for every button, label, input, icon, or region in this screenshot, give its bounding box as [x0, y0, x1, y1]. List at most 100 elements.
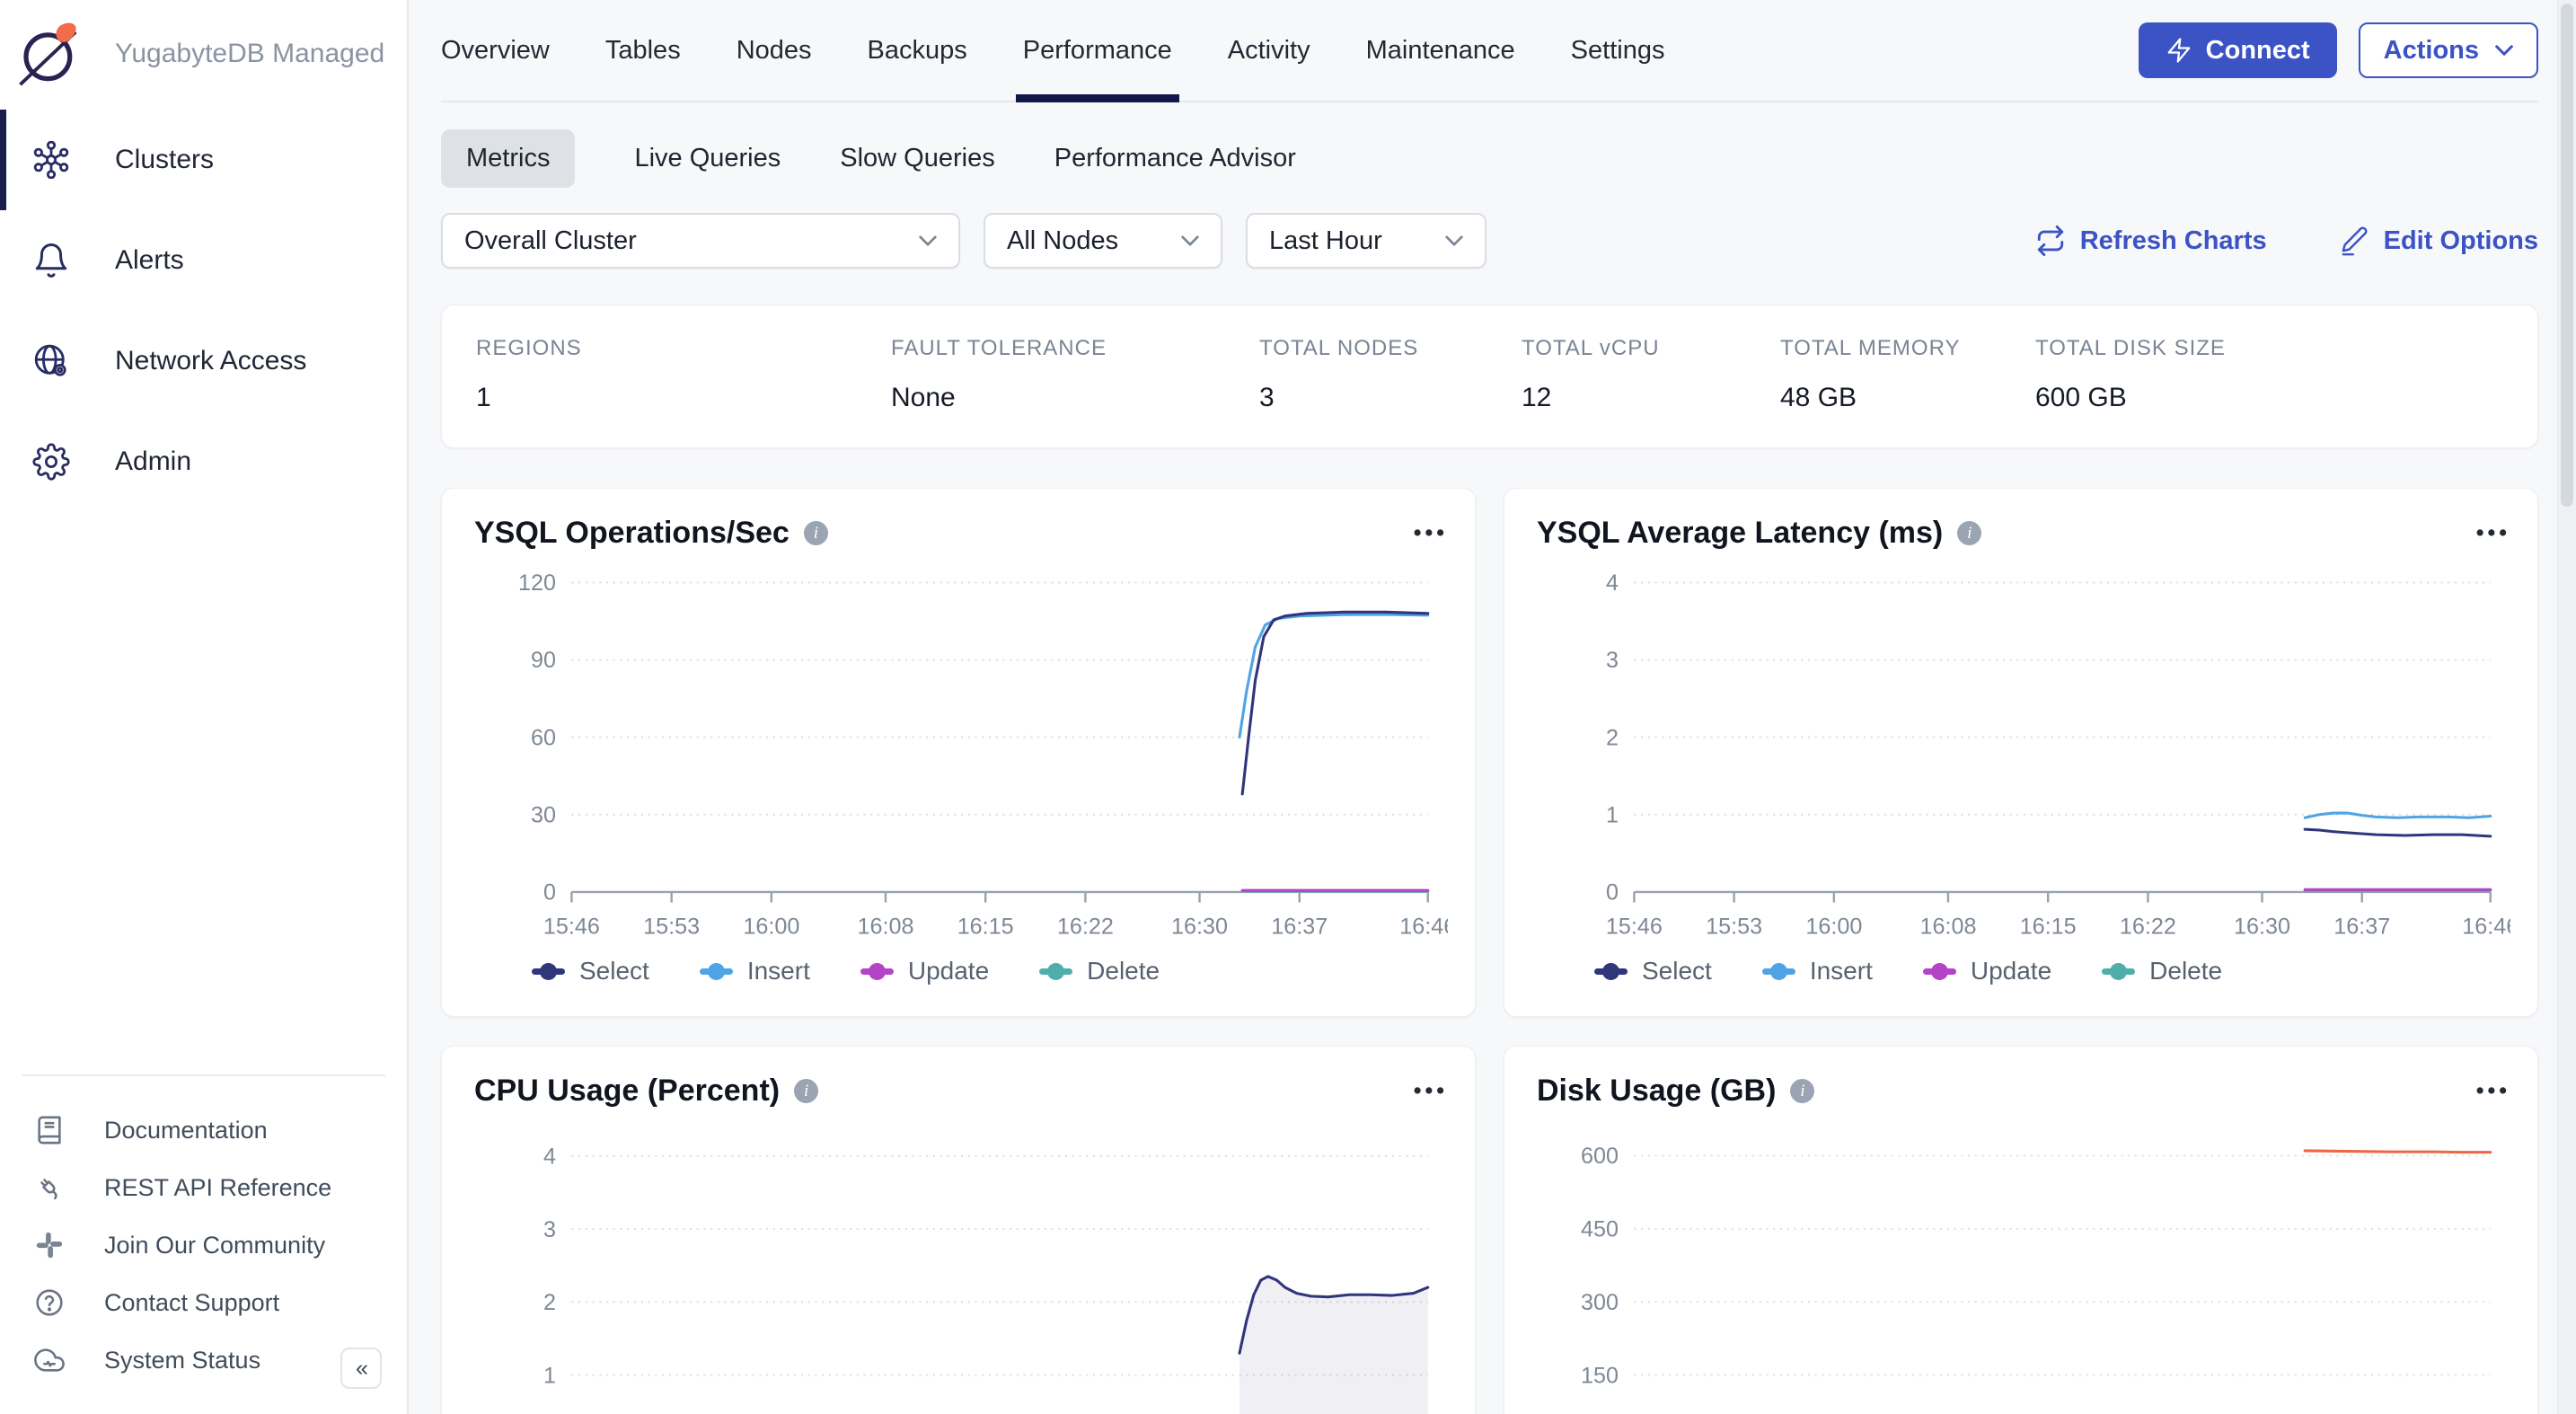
svg-text:4: 4 [1606, 570, 1619, 596]
tab-settings[interactable]: Settings [1571, 0, 1665, 101]
chart-card-cpu-usage: CPU Usage (Percent) i ••• 0123415:4615:5… [441, 1046, 1476, 1414]
legend-marker-icon [700, 968, 733, 975]
legend-marker-icon [1039, 968, 1072, 975]
sidebar-collapse-button[interactable]: « [340, 1348, 382, 1389]
refresh-charts-link[interactable]: Refresh Charts [2035, 225, 2267, 256]
info-icon[interactable]: i [804, 521, 828, 545]
tab-tables[interactable]: Tables [605, 0, 681, 101]
cloud-status-icon [34, 1345, 65, 1375]
sidebar-item-network-access[interactable]: Network Access [0, 311, 407, 411]
cluster-select[interactable]: Overall Cluster [441, 213, 960, 269]
svg-text:150: 150 [1581, 1363, 1619, 1388]
svg-text:600: 600 [1581, 1144, 1619, 1169]
sidebar-item-label: Network Access [115, 346, 306, 376]
scrollbar[interactable] [2557, 0, 2576, 1414]
info-icon[interactable]: i [794, 1079, 818, 1103]
legend-label: Delete [1087, 957, 1160, 985]
subtab-live-queries[interactable]: Live Queries [634, 129, 781, 188]
stat-fault-tolerance: FAULT TOLERANCE None [891, 336, 1259, 413]
legend-label: Select [579, 957, 649, 985]
chart-menu-button[interactable]: ••• [2476, 520, 2510, 546]
chevron-down-icon [1445, 235, 1463, 246]
sidebar-item-contact-support[interactable]: Contact Support [0, 1274, 407, 1331]
stat-label: TOTAL vCPU [1522, 336, 1780, 361]
svg-text:16:00: 16:00 [1805, 914, 1862, 939]
sidebar-divider [22, 1074, 385, 1076]
svg-text:0: 0 [543, 880, 556, 906]
edit-options-link[interactable]: Edit Options [2339, 225, 2538, 256]
stat-value: 1 [476, 383, 891, 413]
actions-button[interactable]: Actions [2359, 22, 2538, 78]
legend-marker-icon [532, 968, 565, 975]
tab-nodes[interactable]: Nodes [737, 0, 812, 101]
bell-icon [32, 242, 70, 279]
legend-item-delete[interactable]: Delete [2102, 957, 2222, 985]
svg-text:1: 1 [1606, 802, 1619, 827]
stat-total-disk-size: TOTAL DISK SIZE 600 GB [2035, 336, 2537, 413]
tab-maintenance[interactable]: Maintenance [1366, 0, 1515, 101]
chart-header: CPU Usage (Percent) i ••• [474, 1074, 1448, 1109]
chart-menu-button[interactable]: ••• [1414, 1078, 1448, 1104]
subtab-slow-queries[interactable]: Slow Queries [840, 129, 994, 188]
time-range-select[interactable]: Last Hour [1246, 213, 1486, 269]
sidebar-item-join-our-community[interactable]: Join Our Community [0, 1216, 407, 1274]
legend-item-select[interactable]: Select [1594, 957, 1712, 985]
scrollbar-thumb[interactable] [2561, 4, 2573, 507]
tab-overview[interactable]: Overview [441, 0, 550, 101]
sidebar-spacer [0, 512, 407, 1074]
charts-grid: YSQL Operations/Sec i ••• 030609012015:4… [441, 488, 2538, 1414]
svg-text:15:46: 15:46 [543, 914, 600, 939]
brand-name: YugabyteDB Managed [115, 39, 384, 69]
svg-text:120: 120 [518, 570, 556, 596]
legend-label: Update [1971, 957, 2051, 985]
sidebar-item-documentation[interactable]: Documentation [0, 1101, 407, 1159]
top-navigation: Overview Tables Nodes Backups Performanc… [441, 0, 2538, 102]
chart-header: Disk Usage (GB) i ••• [1537, 1074, 2510, 1109]
connect-button[interactable]: Connect [2139, 22, 2337, 78]
legend-item-delete[interactable]: Delete [1039, 957, 1160, 985]
tab-backups[interactable]: Backups [868, 0, 967, 101]
sidebar-footer: Documentation REST API Reference [0, 1074, 407, 1414]
svg-text:1: 1 [543, 1364, 556, 1389]
plug-icon [34, 1172, 65, 1203]
sidebar-nav: Clusters Alerts [0, 110, 407, 512]
tab-activity[interactable]: Activity [1228, 0, 1310, 101]
subtab-metrics[interactable]: Metrics [441, 129, 575, 188]
subtab-performance-advisor[interactable]: Performance Advisor [1054, 129, 1296, 188]
book-icon [34, 1115, 65, 1145]
pencil-icon [2339, 225, 2369, 256]
sidebar-item-clusters[interactable]: Clusters [0, 110, 407, 210]
legend-item-select[interactable]: Select [532, 957, 649, 985]
sidebar-item-label: Admin [115, 446, 191, 477]
chart-legend: Select Insert Update Delete [474, 957, 1448, 985]
svg-text:16:22: 16:22 [1057, 914, 1114, 939]
chart-card-disk-usage: Disk Usage (GB) i ••• 015030045060015:46… [1504, 1046, 2538, 1414]
sidebar-item-label: System Status [104, 1347, 260, 1374]
nodes-select[interactable]: All Nodes [984, 213, 1222, 269]
connect-label: Connect [2206, 36, 2310, 66]
sidebar-item-admin[interactable]: Admin [0, 411, 407, 512]
tab-performance[interactable]: Performance [1023, 0, 1172, 101]
info-icon[interactable]: i [1957, 521, 1981, 545]
legend-marker-icon [2102, 968, 2135, 975]
svg-text:16:46: 16:46 [2462, 914, 2510, 939]
legend-item-insert[interactable]: Insert [1762, 957, 1873, 985]
svg-text:16:22: 16:22 [2120, 914, 2176, 939]
stat-total-nodes: TOTAL NODES 3 [1259, 336, 1522, 413]
chart-title: YSQL Operations/Sec [474, 516, 790, 551]
chart-action-links: Refresh Charts Edit Options [2035, 225, 2538, 256]
edit-options-label: Edit Options [2384, 226, 2538, 256]
info-icon[interactable]: i [1790, 1079, 1814, 1103]
chart-menu-button[interactable]: ••• [1414, 520, 1448, 546]
sidebar-item-alerts[interactable]: Alerts [0, 210, 407, 311]
sidebar-item-rest-api-reference[interactable]: REST API Reference [0, 1159, 407, 1216]
legend-item-insert[interactable]: Insert [700, 957, 810, 985]
sidebar-item-label: Contact Support [104, 1289, 279, 1317]
stat-label: REGIONS [476, 336, 891, 361]
svg-text:60: 60 [531, 725, 556, 750]
chart-card-ysql-operations: YSQL Operations/Sec i ••• 030609012015:4… [441, 488, 1476, 1017]
legend-item-update[interactable]: Update [860, 957, 989, 985]
chart-menu-button[interactable]: ••• [2476, 1078, 2510, 1104]
svg-text:16:37: 16:37 [2333, 914, 2390, 939]
legend-item-update[interactable]: Update [1923, 957, 2051, 985]
